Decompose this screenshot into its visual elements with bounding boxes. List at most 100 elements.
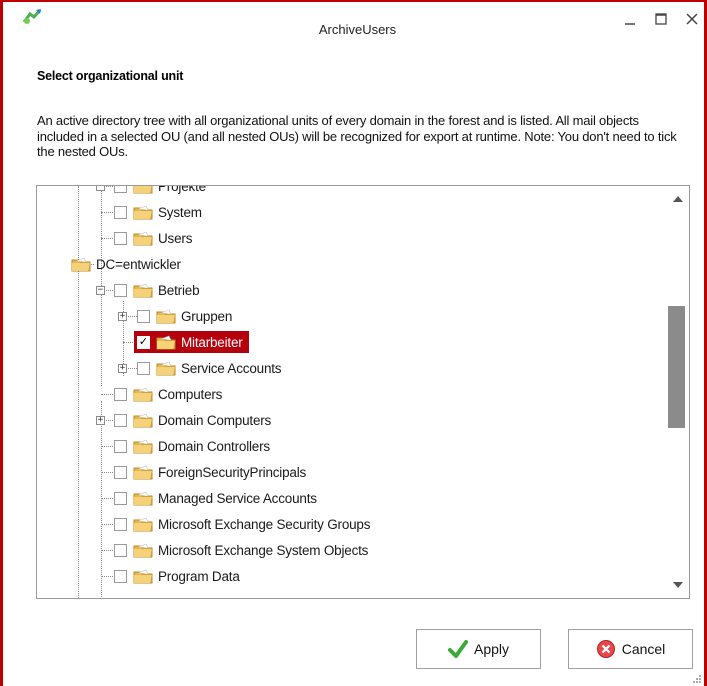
folder-icon — [133, 543, 153, 557]
tree-node-label: Computers — [158, 386, 223, 402]
expand-icon[interactable]: + — [118, 364, 127, 373]
tree-guide-line — [101, 212, 115, 213]
tree-content: −ProjekteSystemUsers−DC=entwickler−Betri… — [37, 186, 667, 598]
apply-button[interactable]: Apply — [416, 629, 541, 669]
folder-icon — [156, 335, 176, 349]
tree-node[interactable]: Computers — [114, 383, 222, 405]
tree-guide-line — [101, 394, 115, 395]
tree-node-checkbox[interactable]: ✓ — [137, 335, 150, 349]
folder-icon — [133, 186, 153, 193]
scroll-up-icon[interactable] — [673, 196, 683, 202]
tree-node-checkbox[interactable] — [114, 283, 127, 297]
tree-node-label: System — [158, 204, 202, 220]
tree-node-label: Projekte — [158, 185, 206, 194]
folder-icon — [133, 413, 153, 427]
tree-node[interactable]: ForeignSecurityPrincipals — [114, 461, 306, 483]
tree-node-checkbox[interactable] — [114, 439, 127, 453]
tree-guide-line — [101, 550, 115, 551]
tree-node[interactable]: Service Accounts — [137, 357, 282, 379]
tree-guide-line — [101, 446, 115, 447]
tree-node-label: Managed Service Accounts — [158, 490, 317, 506]
expand-icon[interactable]: + — [118, 312, 127, 321]
apply-label: Apply — [473, 641, 510, 657]
folder-icon — [156, 309, 176, 323]
maximize-icon[interactable] — [648, 12, 674, 34]
tree-guide-line — [101, 401, 102, 598]
tree-node-checkbox[interactable] — [114, 231, 127, 245]
tree-node-checkbox[interactable] — [114, 491, 127, 505]
folder-icon — [133, 387, 153, 401]
archive-users-window: ArchiveUsers Select organizational unit … — [0, 0, 707, 686]
cancel-icon — [596, 640, 615, 658]
tree-node-checkbox[interactable] — [114, 465, 127, 479]
title-bar[interactable]: ArchiveUsers — [3, 2, 705, 37]
close-icon[interactable] — [679, 12, 705, 34]
tree-node-checkbox[interactable] — [114, 186, 127, 193]
tree-scrollbar[interactable] — [667, 186, 689, 598]
tree-guide-line — [101, 238, 115, 239]
tree-guide-line — [101, 472, 115, 473]
page-heading: Select organizational unit — [37, 69, 184, 83]
tree-node-checkbox[interactable] — [114, 387, 127, 401]
folder-icon — [133, 569, 153, 583]
tree-node[interactable]: Projekte — [114, 185, 206, 197]
cancel-button[interactable]: Cancel — [568, 629, 693, 669]
scroll-thumb[interactable] — [668, 306, 685, 428]
tree-node-label: Users — [158, 230, 193, 246]
tree-node-label: Program Data — [158, 568, 240, 584]
cancel-label: Cancel — [621, 641, 666, 657]
tree-guide-line — [78, 186, 79, 598]
collapse-icon[interactable]: − — [96, 286, 105, 295]
folder-icon — [133, 439, 153, 453]
tree-node-label: DC=entwickler — [96, 256, 181, 272]
tree-node[interactable]: Microsoft Exchange System Objects — [114, 539, 368, 561]
tree-guide-line — [101, 498, 115, 499]
description-text: An active directory tree with all organi… — [37, 113, 677, 159]
tree-guide-line — [101, 576, 115, 577]
tree-node-checkbox[interactable] — [137, 309, 150, 323]
resize-grip-icon[interactable] — [692, 674, 702, 684]
tree-node-checkbox[interactable] — [114, 517, 127, 531]
tree-node-label: Service Accounts — [181, 360, 282, 376]
tree-node-checkbox[interactable] — [114, 543, 127, 557]
tree-node[interactable]: Betrieb — [114, 279, 200, 301]
tree-node-label: Microsoft Exchange System Objects — [158, 542, 369, 558]
tree-node-label: Mitarbeiter — [181, 334, 243, 350]
tree-node[interactable]: Gruppen — [137, 305, 232, 327]
tree-node-label: Betrieb — [158, 282, 200, 298]
folder-icon — [156, 361, 176, 375]
collapse-icon[interactable]: − — [96, 186, 105, 191]
tree-node[interactable]: System — [114, 201, 202, 223]
tree-node-label: Domain Computers — [158, 412, 272, 428]
folder-icon — [133, 231, 153, 245]
tree-node[interactable]: Users — [114, 227, 192, 249]
expand-icon[interactable]: + — [96, 416, 105, 425]
folder-icon — [133, 283, 153, 297]
tree-node[interactable]: Managed Service Accounts — [114, 487, 317, 509]
tree-node-label: Domain Controllers — [158, 438, 270, 454]
folder-icon — [133, 205, 153, 219]
tree-node[interactable]: Domain Computers — [114, 409, 271, 431]
window-title: ArchiveUsers — [318, 22, 397, 37]
folder-icon — [133, 491, 153, 505]
folder-icon — [133, 517, 153, 531]
tree-node-checkbox[interactable] — [114, 205, 127, 219]
checkmark-icon — [447, 640, 468, 658]
tree-node-label: Gruppen — [181, 308, 233, 324]
tree-node-label: ForeignSecurityPrincipals — [158, 464, 307, 480]
folder-icon — [133, 465, 153, 479]
tree-guide-line — [101, 524, 115, 525]
tree-node[interactable]: DC=entwickler — [71, 253, 181, 275]
tree-node[interactable]: ✓ Mitarbeiter — [134, 331, 249, 353]
tree-node[interactable]: Microsoft Exchange Security Groups — [114, 513, 370, 535]
tree-node[interactable]: Program Data — [114, 565, 240, 587]
tree-node-checkbox[interactable] — [114, 569, 127, 583]
minimize-icon[interactable] — [617, 12, 643, 34]
tree-node[interactable]: Domain Controllers — [114, 435, 270, 457]
tree-node-checkbox[interactable] — [114, 413, 127, 427]
tree-node-checkbox[interactable] — [137, 361, 150, 375]
ou-tree[interactable]: −ProjekteSystemUsers−DC=entwickler−Betri… — [36, 185, 690, 599]
tree-node-label: Microsoft Exchange Security Groups — [158, 516, 371, 532]
scroll-down-icon[interactable] — [673, 582, 683, 588]
folder-icon — [71, 257, 91, 271]
